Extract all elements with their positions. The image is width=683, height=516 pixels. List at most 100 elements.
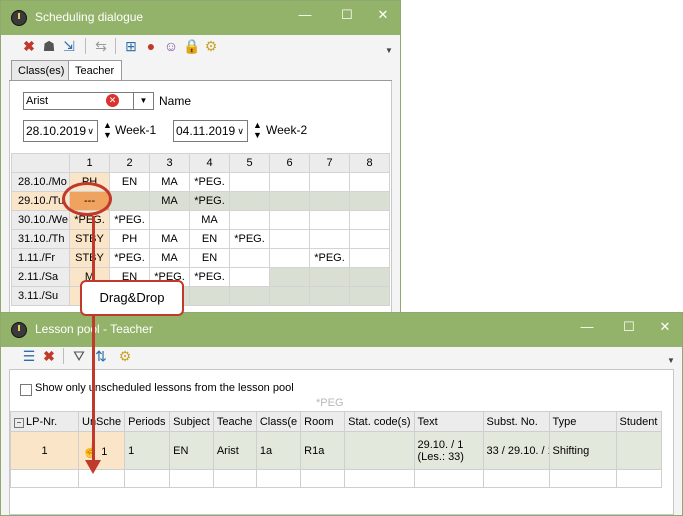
cell-subst-no[interactable]: 33 / 29.10. / 1 (482, 431, 550, 470)
maximize-button[interactable]: ☐ (333, 5, 361, 25)
column-header-text[interactable]: Text (413, 411, 484, 432)
toolbar-overflow-icon[interactable]: ▼ (381, 43, 397, 59)
grid-cell[interactable] (309, 267, 350, 287)
column-header-teacher[interactable]: Teache (212, 411, 257, 432)
grid-cell[interactable] (269, 267, 310, 287)
period-header[interactable]: 1 (69, 153, 110, 173)
period-header[interactable]: 5 (229, 153, 270, 173)
week1-spinner-icon[interactable]: ▲ ▼ (103, 120, 112, 140)
grid-cell[interactable] (229, 210, 270, 230)
grid-cell[interactable]: *PEG. (189, 191, 230, 211)
grid-cell[interactable]: EN (109, 172, 150, 192)
collapse-icon[interactable]: − (14, 417, 24, 428)
drag-hand-icon[interactable]: ☝ (82, 443, 98, 458)
cell-student[interactable] (615, 431, 662, 470)
gear-icon[interactable]: ⚙ (203, 38, 219, 54)
chevron-down-icon[interactable]: ∨ (237, 121, 244, 141)
grid-cell[interactable] (269, 286, 310, 306)
delete-icon[interactable]: ✖ (21, 38, 37, 54)
grid-cell[interactable]: *PEG. (189, 172, 230, 192)
minimize-button[interactable]: — (291, 5, 319, 25)
cell-periods[interactable]: 1 (124, 431, 171, 470)
grid-cell[interactable] (229, 267, 270, 287)
lock-icon[interactable]: 🔒 (183, 38, 200, 54)
grid-cell[interactable] (189, 286, 230, 306)
grid-cell[interactable]: *PEG. (109, 248, 150, 268)
close-button[interactable]: ✕ (651, 317, 679, 337)
grid-cell[interactable] (309, 210, 350, 230)
grid-cell[interactable]: EN (189, 229, 230, 249)
grid-cell[interactable] (309, 229, 350, 249)
period-header[interactable]: 7 (309, 153, 350, 173)
grid-cell[interactable]: *PEG. (229, 229, 270, 249)
unscheduled-only-checkbox[interactable] (20, 384, 32, 396)
period-header[interactable]: 6 (269, 153, 310, 173)
users-icon[interactable]: ☺ (163, 38, 179, 54)
clear-icon[interactable]: ✕ (106, 94, 119, 107)
toolbar-overflow-icon[interactable]: ▼ (663, 353, 679, 369)
column-header-subject[interactable]: Subject (169, 411, 214, 432)
grid-cell[interactable]: STBY (69, 248, 110, 268)
grid-cell[interactable] (269, 191, 310, 211)
grid-cell[interactable] (309, 191, 350, 211)
column-header-periods[interactable]: Periods (124, 411, 171, 432)
grid-cell[interactable]: STBY (69, 229, 110, 249)
grid-cell[interactable] (269, 248, 310, 268)
column-header-type[interactable]: Type (548, 411, 617, 432)
cell-subject[interactable]: EN (169, 431, 214, 470)
grid-cell[interactable] (349, 172, 390, 192)
grid-cell[interactable]: MA (149, 191, 190, 211)
tab-classes[interactable]: Class(es) (11, 60, 70, 81)
period-header[interactable]: 8 (349, 153, 390, 173)
close-button[interactable]: ✕ (369, 5, 397, 25)
grid-cell[interactable]: MA (149, 229, 190, 249)
column-header-unscheduled[interactable]: UnSche (77, 411, 126, 432)
grid-cell[interactable]: PH (109, 229, 150, 249)
grid-cell[interactable]: *PEG. (309, 248, 350, 268)
column-header-room[interactable]: Room (300, 411, 346, 432)
grid-cell[interactable]: *PEG. (109, 210, 150, 230)
period-header[interactable]: 2 (109, 153, 150, 173)
table-plus-icon[interactable]: ⊞ (123, 38, 139, 54)
grid-cell[interactable]: MA (189, 210, 230, 230)
chevron-down-icon[interactable]: ▼ (133, 93, 153, 109)
cell-type[interactable]: Shifting (548, 431, 617, 470)
swap-icon[interactable]: ⇆ (93, 38, 109, 54)
cell-text[interactable]: 29.10. / 1 (Les.: 33) (413, 431, 484, 470)
grid-cell[interactable] (229, 172, 270, 192)
filter-icon[interactable]: ⛛ (71, 348, 87, 364)
week2-spinner-icon[interactable]: ▲ ▼ (253, 120, 262, 140)
grid-cell[interactable] (349, 248, 390, 268)
grid-cell[interactable] (349, 286, 390, 306)
grid-cell[interactable]: MA (149, 172, 190, 192)
period-header[interactable]: 3 (149, 153, 190, 173)
grid-cell[interactable] (149, 210, 190, 230)
grid-cell[interactable] (309, 286, 350, 306)
teacher-wizard-icon[interactable]: ☗ (41, 38, 57, 54)
grid-cell[interactable] (269, 172, 310, 192)
grid-cell[interactable] (229, 248, 270, 268)
date-picker-week2[interactable]: 04.11.2019 ∨ (173, 120, 248, 142)
grid-cell[interactable] (269, 210, 310, 230)
delete-icon[interactable]: ✖ (41, 348, 57, 364)
cell-teacher[interactable]: Arist (212, 431, 257, 470)
period-header[interactable]: 4 (189, 153, 230, 173)
chevron-down-icon[interactable]: ∨ (87, 121, 94, 141)
grid-cell[interactable] (349, 229, 390, 249)
grid-cell[interactable] (109, 191, 150, 211)
date-picker-week1[interactable]: 28.10.2019 ∨ (23, 120, 98, 142)
cell-lp-nr[interactable]: 1 (10, 431, 79, 470)
gear-icon[interactable]: ⚙ (117, 348, 133, 364)
assign-icon[interactable]: ⇅ (93, 348, 109, 364)
cell-class[interactable]: 1a (255, 431, 302, 470)
grid-cell[interactable] (269, 229, 310, 249)
table-row[interactable]: 1 ☝ 1 1 EN Arist 1a R1a 29.10. / 1 (Les.:… (10, 431, 662, 470)
column-header-student[interactable]: Student (615, 411, 662, 432)
grid-cell[interactable] (349, 267, 390, 287)
grid-cell[interactable] (349, 210, 390, 230)
column-header-stat-code[interactable]: Stat. code(s) (344, 411, 415, 432)
export-icon[interactable]: ⇲ (61, 38, 77, 54)
grid-cell[interactable]: MA (149, 248, 190, 268)
teacher-combobox[interactable]: Arist ✕ ▼ (23, 92, 154, 110)
grid-cell[interactable] (349, 191, 390, 211)
